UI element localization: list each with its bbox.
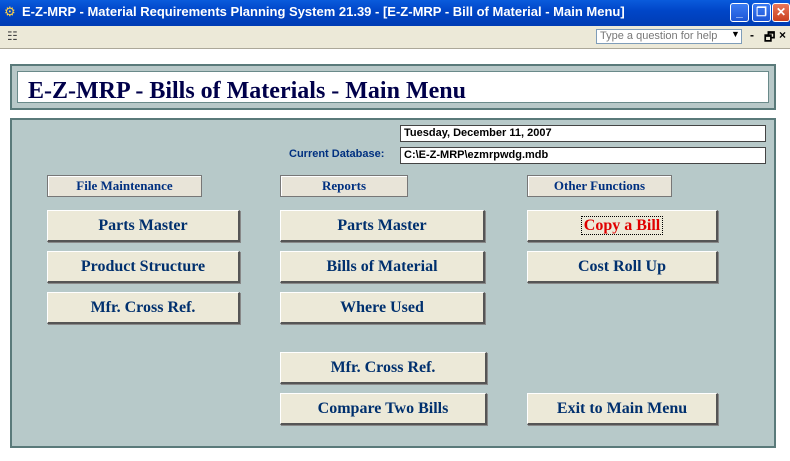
header-panel: E-Z-MRP - Bills of Materials - Main Menu [10, 64, 776, 110]
exit-to-main-menu-button[interactable]: Exit to Main Menu [527, 393, 718, 425]
close-button[interactable]: ✕ [772, 3, 790, 22]
restore-button[interactable]: ❐ [752, 3, 771, 22]
file-maintenance-header: File Maintenance [47, 175, 202, 197]
window-title: E-Z-MRP - Material Requirements Planning… [22, 4, 625, 19]
cost-roll-up-button[interactable]: Cost Roll Up [527, 251, 718, 283]
header-frame: E-Z-MRP - Bills of Materials - Main Menu [17, 71, 769, 104]
current-database-label: Current Database: [289, 148, 385, 160]
report-parts-master-button[interactable]: Parts Master [280, 210, 485, 242]
report-mfr-cross-ref-button[interactable]: Mfr. Cross Ref. [280, 352, 487, 384]
mfr-cross-ref-button[interactable]: Mfr. Cross Ref. [47, 292, 240, 324]
other-functions-header: Other Functions [527, 175, 672, 197]
database-path-field: C:\E-Z-MRP\ezmrpwdg.mdb [400, 147, 766, 164]
title-bar: ⚙ E-Z-MRP - Material Requirements Planni… [0, 0, 790, 26]
help-question-input[interactable]: Type a question for help [596, 29, 742, 44]
mdi-close-button[interactable]: × [779, 28, 786, 42]
menu-bar: ☷ Type a question for help ▼ - 🗗 × [0, 26, 790, 49]
page-title: E-Z-MRP - Bills of Materials - Main Menu [28, 78, 466, 104]
copy-a-bill-label: Copy a Bill [580, 216, 664, 235]
form-control-icon[interactable]: ☷ [7, 29, 18, 43]
app-icon[interactable]: ⚙ [4, 5, 18, 19]
parts-master-button[interactable]: Parts Master [47, 210, 240, 242]
report-bills-of-material-button[interactable]: Bills of Material [280, 251, 485, 283]
reports-header: Reports [280, 175, 408, 197]
compare-two-bills-button[interactable]: Compare Two Bills [280, 393, 487, 425]
chevron-down-icon[interactable]: ▼ [731, 29, 740, 39]
mdi-minimize-button[interactable]: - [750, 28, 754, 42]
mdi-restore-button[interactable]: 🗗 [764, 28, 775, 49]
date-field: Tuesday, December 11, 2007 [400, 125, 766, 142]
product-structure-button[interactable]: Product Structure [47, 251, 240, 283]
copy-a-bill-button[interactable]: Copy a Bill [527, 210, 718, 242]
report-where-used-button[interactable]: Where Used [280, 292, 485, 324]
minimize-button[interactable]: _ [730, 3, 749, 22]
